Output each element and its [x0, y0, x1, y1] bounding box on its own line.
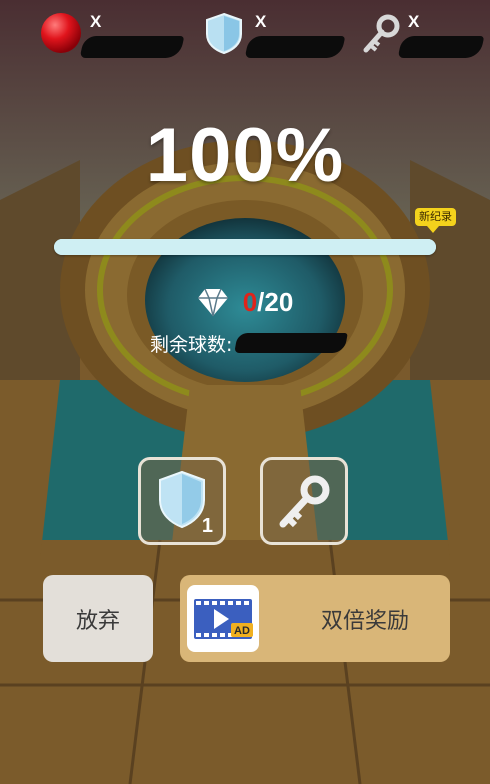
video-ad-icon: AD	[187, 585, 259, 652]
key-icon	[363, 14, 400, 53]
gem-counter: 0/20	[0, 282, 490, 322]
key-powerup-button[interactable]	[260, 457, 348, 545]
ball-count-redacted	[79, 36, 185, 58]
gems-collected: 0	[242, 286, 258, 317]
balls-remaining-redacted	[234, 333, 349, 353]
gems-total: 20	[264, 286, 294, 317]
resource-shields: X	[205, 8, 350, 58]
balls-remaining-label: 剩余球数:	[150, 333, 233, 356]
new-record-badge: 新纪录	[415, 208, 456, 233]
give-up-button[interactable]: 放弃	[43, 575, 153, 662]
resource-keys: X	[362, 8, 487, 58]
red-ball-icon	[41, 13, 81, 53]
gem-count: 0/20	[243, 287, 294, 318]
progress-bar	[54, 239, 436, 255]
shield-powerup-count: 1	[201, 515, 213, 537]
key-multiplier: X	[408, 12, 420, 31]
ad-label: AD	[234, 625, 250, 637]
key-count-redacted	[397, 36, 485, 58]
double-reward-button[interactable]: AD 双倍奖励	[180, 575, 450, 662]
key-icon	[279, 475, 330, 528]
balls-remaining: 剩余球数:	[150, 328, 349, 358]
shield-multiplier: X	[255, 12, 267, 31]
progress-bar-fill	[54, 239, 436, 255]
resource-balls: X	[40, 8, 190, 58]
diamond-icon	[197, 288, 228, 317]
ball-multiplier: X	[90, 12, 102, 31]
progress-percent: 100%	[145, 113, 345, 198]
shield-count-redacted	[244, 36, 346, 58]
shield-icon	[206, 12, 242, 54]
shield-powerup-button[interactable]: 1	[138, 457, 226, 545]
resource-bar: X X X	[0, 0, 490, 70]
double-reward-label: 双倍奖励	[320, 608, 409, 634]
